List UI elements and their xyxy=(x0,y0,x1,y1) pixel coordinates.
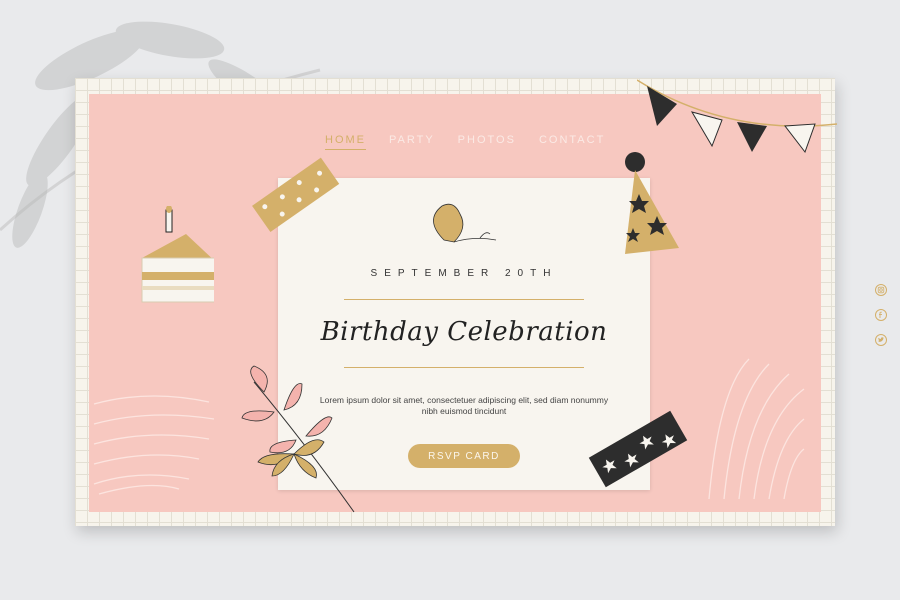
scribble-left xyxy=(93,395,215,495)
rsvp-button[interactable]: RSVP CARD xyxy=(408,444,520,468)
nav-contact[interactable]: CONTACT xyxy=(539,134,605,150)
facebook-icon[interactable] xyxy=(875,309,887,321)
washi-tape-gold xyxy=(252,157,340,233)
nav-photos[interactable]: PHOTOS xyxy=(458,134,516,150)
washi-tape-stars xyxy=(588,410,688,488)
botanical-sprig xyxy=(241,365,355,513)
page-frame: HOME PARTY PHOTOS CONTACT SEPTEMBER 20TH… xyxy=(75,78,887,526)
card-title: Birthday Celebration xyxy=(320,317,608,347)
event-date: SEPTEMBER 20TH xyxy=(370,268,558,279)
scribble-right xyxy=(708,358,805,500)
nav-party[interactable]: PARTY xyxy=(389,134,435,150)
party-hat xyxy=(625,152,679,254)
pink-background: HOME PARTY PHOTOS CONTACT SEPTEMBER 20TH… xyxy=(89,79,887,513)
twitter-icon[interactable] xyxy=(875,334,887,346)
instagram-icon[interactable] xyxy=(875,284,887,296)
cake-slice xyxy=(141,206,214,303)
top-nav: HOME PARTY PHOTOS CONTACT xyxy=(325,134,605,150)
divider-top xyxy=(344,299,584,300)
flower-icon xyxy=(433,203,497,243)
